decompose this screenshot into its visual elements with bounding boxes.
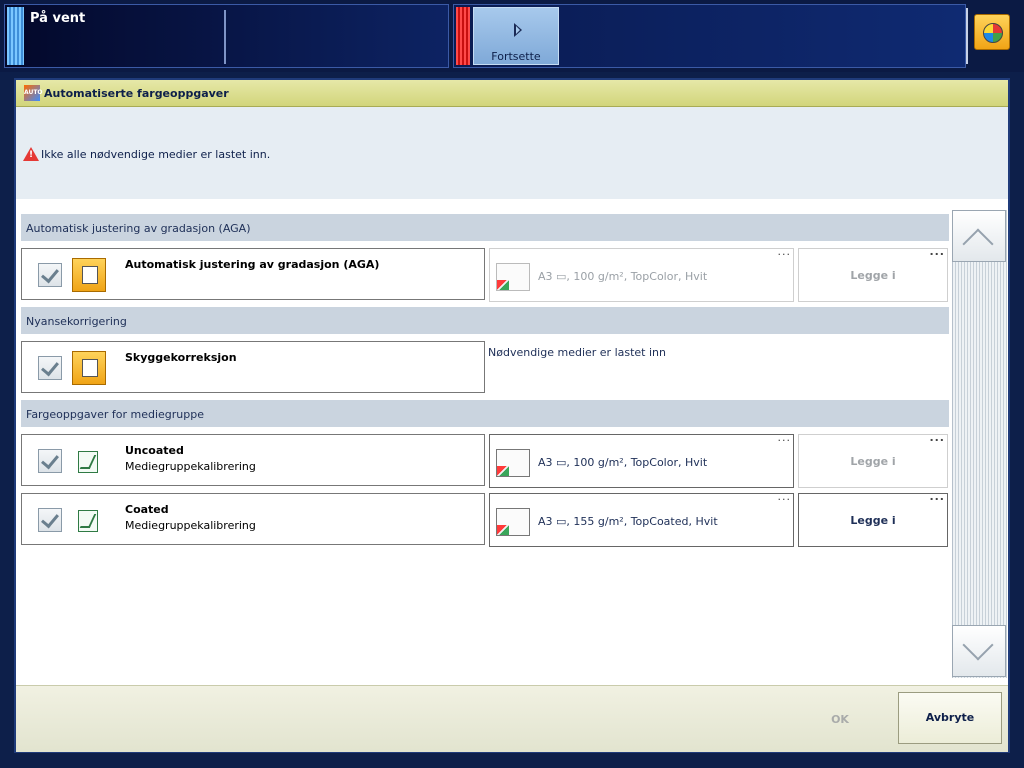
media-preview-icon bbox=[496, 449, 530, 477]
aga-load-label: Legge i bbox=[850, 269, 896, 282]
coated-task-sub: Mediegruppekalibrering bbox=[125, 519, 256, 532]
media-preview-icon bbox=[496, 508, 530, 536]
cancel-button[interactable]: Avbryte bbox=[898, 692, 1002, 744]
section-title-aga: Automatisk justering av gradasjon (AGA) bbox=[26, 222, 251, 235]
calibration-icon bbox=[78, 451, 98, 473]
uncoated-load-button[interactable]: Legge i ... bbox=[798, 431, 948, 488]
dialog-header: AUTO Automatiserte fargeoppgaver bbox=[16, 80, 1008, 107]
more-options-icon[interactable]: ... bbox=[929, 245, 945, 258]
scroll-up-button[interactable] bbox=[952, 210, 1006, 262]
task-card-shade[interactable]: Skyggekorreksjon bbox=[21, 341, 485, 393]
dialog-title: Automatiserte fargeoppgaver bbox=[44, 87, 229, 100]
topbar-divider bbox=[966, 8, 968, 64]
section-header-aga: Automatisk justering av gradasjon (AGA) bbox=[21, 214, 949, 241]
shade-media-status: Nødvendige medier er lastet inn bbox=[488, 346, 666, 359]
more-options-icon[interactable]: ... bbox=[778, 245, 792, 258]
uncoated-task-name: Uncoated bbox=[125, 444, 184, 457]
error-indicator-stripe bbox=[456, 7, 470, 65]
more-options-icon[interactable]: ... bbox=[929, 490, 945, 503]
dialog-footer: OK Avbryte bbox=[16, 685, 1008, 752]
status-divider bbox=[224, 10, 226, 64]
warning-text: Ikke alle nødvendige medier er lastet in… bbox=[41, 148, 271, 161]
task-card-uncoated[interactable]: Uncoated Mediegruppekalibrering bbox=[21, 434, 485, 486]
auto-icon: AUTO bbox=[24, 85, 43, 101]
coated-media-card[interactable]: A3 ▭, 155 g/m², TopCoated, Hvit ... bbox=[489, 490, 794, 547]
media-preview-icon bbox=[496, 263, 530, 291]
uncoated-load-label: Legge i bbox=[850, 455, 896, 468]
automated-color-tasks-dialog: AUTO Automatiserte fargeoppgaver Ikke al… bbox=[14, 78, 1010, 753]
more-options-icon[interactable]: ... bbox=[778, 431, 792, 444]
play-icon bbox=[514, 23, 522, 37]
aga-task-icon bbox=[72, 258, 106, 292]
printer-status-panel[interactable]: På vent bbox=[4, 4, 449, 68]
status-indicator-stripe bbox=[7, 7, 24, 65]
scroll-down-button[interactable] bbox=[952, 625, 1006, 677]
continue-button[interactable]: Fortsette bbox=[473, 7, 559, 65]
shade-checkbox[interactable] bbox=[38, 356, 62, 380]
coated-checkbox[interactable] bbox=[38, 508, 62, 532]
more-options-icon[interactable]: ... bbox=[778, 490, 792, 503]
section-title-shade: Nyansekorrigering bbox=[26, 315, 127, 328]
aga-task-name: Automatisk justering av gradasjon (AGA) bbox=[125, 258, 380, 271]
shade-task-name: Skyggekorreksjon bbox=[125, 351, 237, 364]
aga-media-text: A3 ▭, 100 g/m², TopColor, Hvit bbox=[538, 270, 708, 283]
aga-load-button[interactable]: Legge i ... bbox=[798, 245, 948, 302]
warning-area: Ikke alle nødvendige medier er lastet in… bbox=[16, 107, 1008, 199]
coated-load-label: Legge i bbox=[850, 514, 896, 527]
aga-media-card[interactable]: A3 ▭, 100 g/m², TopColor, Hvit ... bbox=[489, 245, 794, 302]
coated-load-button[interactable]: Legge i ... bbox=[798, 490, 948, 547]
ok-button[interactable]: OK bbox=[812, 706, 868, 734]
continue-label: Fortsette bbox=[491, 50, 541, 63]
task-card-aga[interactable]: Automatisk justering av gradasjon (AGA) bbox=[21, 248, 485, 300]
section-header-shade: Nyansekorrigering bbox=[21, 307, 949, 334]
coated-media-text: A3 ▭, 155 g/m², TopCoated, Hvit bbox=[538, 515, 718, 528]
task-card-coated[interactable]: Coated Mediegruppekalibrering bbox=[21, 493, 485, 545]
warning-icon bbox=[23, 147, 39, 161]
color-menu-button[interactable] bbox=[974, 14, 1010, 50]
calibration-icon bbox=[78, 510, 98, 532]
uncoated-media-card[interactable]: A3 ▭, 100 g/m², TopColor, Hvit ... bbox=[489, 431, 794, 488]
section-title-media-group: Fargeoppgaver for mediegruppe bbox=[26, 408, 204, 421]
top-status-bar: På vent Fortsette bbox=[0, 0, 1024, 72]
uncoated-checkbox[interactable] bbox=[38, 449, 62, 473]
uncoated-task-sub: Mediegruppekalibrering bbox=[125, 460, 256, 473]
more-options-icon[interactable]: ... bbox=[929, 431, 945, 444]
uncoated-media-text: A3 ▭, 100 g/m², TopColor, Hvit bbox=[538, 456, 708, 469]
shade-task-icon bbox=[72, 351, 106, 385]
status-title: På vent bbox=[30, 11, 86, 26]
color-wheel-icon bbox=[983, 23, 1003, 43]
coated-task-name: Coated bbox=[125, 503, 169, 516]
queue-panel: Fortsette bbox=[453, 4, 966, 68]
scrollbar-track[interactable] bbox=[952, 210, 1007, 678]
section-header-media-group: Fargeoppgaver for mediegruppe bbox=[21, 400, 949, 427]
aga-checkbox[interactable] bbox=[38, 263, 62, 287]
